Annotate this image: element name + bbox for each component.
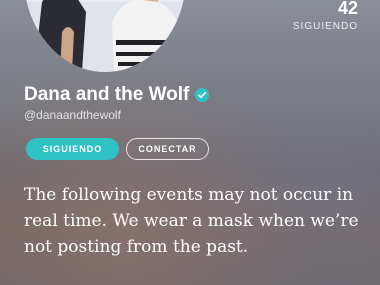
following-button[interactable]: SIGUIENDO <box>26 138 119 160</box>
following-stat[interactable]: 42 SIGUIENDO <box>293 0 358 32</box>
profile-name: Dana and the Wolf <box>24 84 190 105</box>
name-row: Dana and the Wolf <box>24 84 210 106</box>
verified-badge-icon <box>195 88 210 102</box>
profile-bio: The following events may not occur in re… <box>24 185 359 257</box>
following-button-label: SIGUIENDO <box>42 144 103 154</box>
following-count: 42 <box>337 0 358 18</box>
profile-handle: @danaandthewolf <box>24 108 121 122</box>
connect-button[interactable]: CONECTAR <box>126 138 209 160</box>
profile-screen: 42 SIGUIENDO Dana and the Wolf @danaandt… <box>0 0 380 285</box>
avatar[interactable] <box>24 0 186 72</box>
following-label: SIGUIENDO <box>292 21 358 32</box>
connect-button-label: CONECTAR <box>138 144 197 154</box>
